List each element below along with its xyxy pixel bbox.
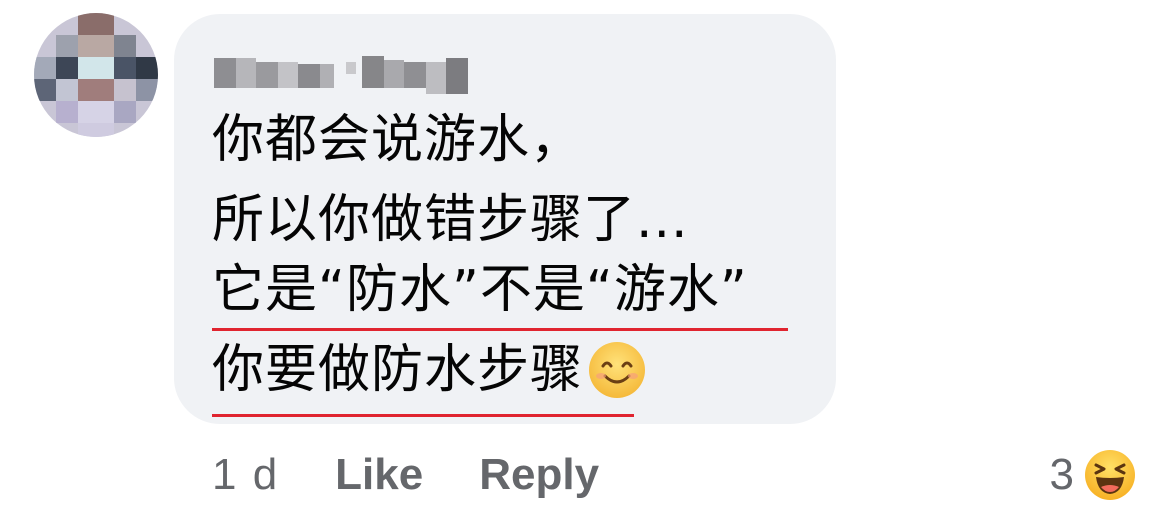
avatar-pixelated-image: [34, 13, 158, 137]
like-button[interactable]: Like: [335, 450, 423, 500]
comment-text-line: 你要做防水步骤: [212, 338, 647, 402]
haha-icon: [1085, 450, 1135, 500]
red-underline: [212, 328, 788, 331]
author-name-blurred-icon: [214, 56, 468, 94]
comment-actions: 1 d Like Reply: [212, 440, 599, 510]
timestamp[interactable]: 1 d: [212, 450, 279, 500]
comment-text-line: 它是“防水”不是“游水”: [212, 260, 748, 320]
avatar[interactable]: [34, 13, 158, 137]
reaction-summary[interactable]: 3: [1050, 440, 1136, 510]
author-name[interactable]: ████ ████: [214, 52, 476, 94]
comment-text-line-content: 你要做防水步骤: [212, 340, 584, 400]
smiling-face-icon: [589, 342, 646, 398]
comment-bubble: ████ ████ 你都会说游水， 所以你做错步骤了... 它是“防水”不是“游…: [174, 14, 836, 424]
reaction-count: 3: [1049, 450, 1074, 499]
comment-text-line: 所以你做错步骤了...: [212, 190, 689, 250]
reply-button[interactable]: Reply: [479, 450, 599, 500]
comment-text-line: 你都会说游水，: [212, 110, 584, 170]
red-underline: [212, 414, 634, 417]
